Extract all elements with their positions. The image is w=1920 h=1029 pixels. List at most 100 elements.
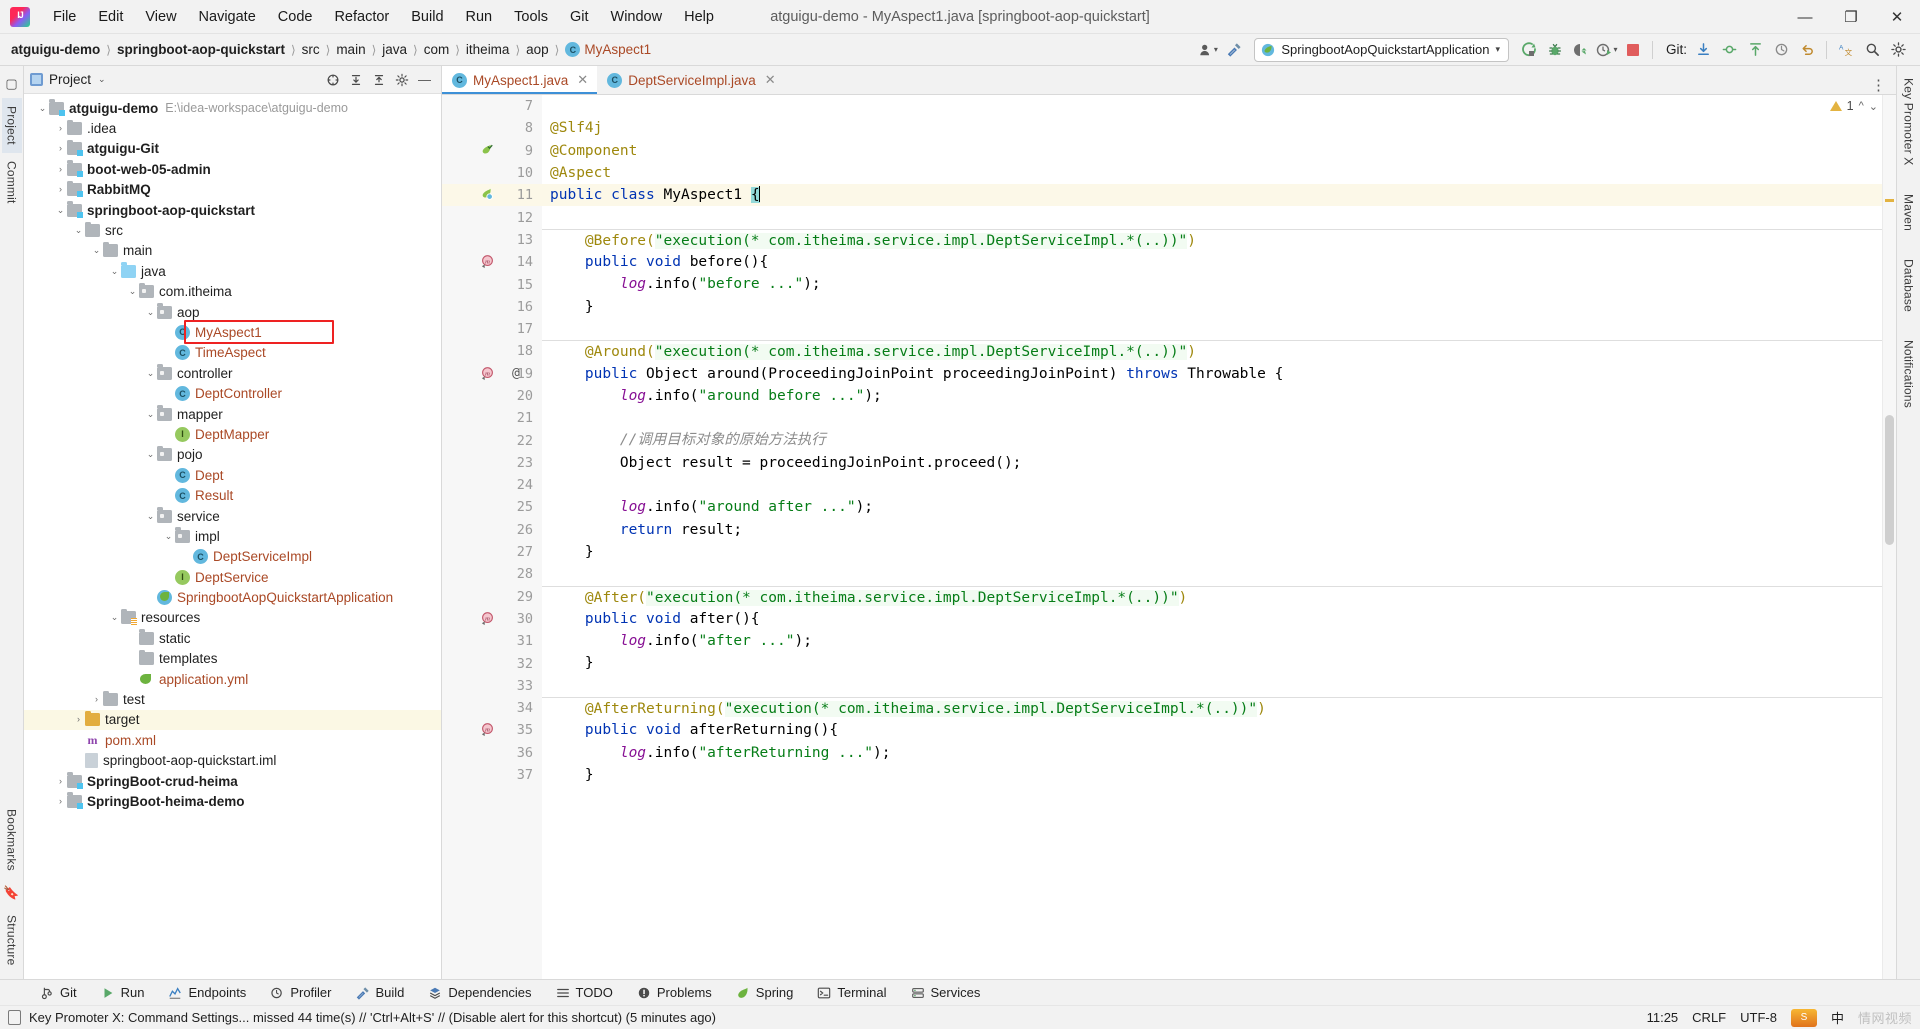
chevron-down-icon[interactable]: ⌄ — [54, 205, 67, 215]
gutter-line-23[interactable]: 23 — [442, 452, 542, 474]
gutter-line-27[interactable]: 27 — [442, 541, 542, 563]
stop-button[interactable] — [1621, 38, 1645, 62]
tree-node-springboot-aop-quickstart[interactable]: ⌄ springboot-aop-quickstart — [24, 200, 441, 220]
sogou-ime-icon[interactable]: S — [1790, 1008, 1817, 1027]
code-line-12[interactable] — [542, 206, 1882, 228]
gutter-line-12[interactable]: 12 — [442, 206, 542, 228]
menu-run[interactable]: Run — [455, 5, 504, 29]
code-line-7[interactable] — [542, 95, 1882, 117]
code-line-26[interactable]: return result; — [542, 519, 1882, 541]
code-line-9[interactable]: @Component — [542, 140, 1882, 162]
run-configuration-selector[interactable]: SpringbootAopQuickstartApplication ▾ — [1254, 37, 1509, 62]
gutter-line-26[interactable]: 26 — [442, 519, 542, 541]
tree-node-rabbitmq[interactable]: › RabbitMQ — [24, 180, 441, 200]
chevron-right-icon[interactable]: › — [54, 164, 67, 174]
method-advice-icon[interactable]: m — [480, 254, 495, 273]
tool-window-button-problems[interactable]: Problems — [625, 982, 724, 1003]
tree-node-static[interactable]: static — [24, 628, 441, 648]
tree-node-controller[interactable]: ⌄ controller — [24, 363, 441, 383]
line-separator-widget[interactable]: CRLF — [1692, 1010, 1726, 1025]
rail-tab-database[interactable]: Database — [1899, 251, 1919, 320]
menu-navigate[interactable]: Navigate — [188, 5, 267, 29]
tree-node-com-itheima[interactable]: ⌄ com.itheima — [24, 282, 441, 302]
tree-node-mapper[interactable]: ⌄ mapper — [24, 404, 441, 424]
code-line-20[interactable]: log.info("around before ..."); — [542, 385, 1882, 407]
tree-node-pom-xml[interactable]: m pom.xml — [24, 730, 441, 750]
tree-node-service[interactable]: ⌄ service — [24, 506, 441, 526]
rail-tab-bookmarks[interactable]: Bookmarks — [2, 801, 22, 879]
code-line-28[interactable] — [542, 563, 1882, 585]
git-history-icon[interactable] — [1769, 38, 1793, 62]
editor-viewport[interactable]: 1 ^ ⌄ 7 8 9 10 11 12 13 m 14 15 16 17 18 @ m 19 20 21 22 23… — [442, 95, 1896, 979]
tool-window-button-todo[interactable]: TODO — [544, 982, 625, 1003]
gutter-line-7[interactable]: 7 — [442, 95, 542, 117]
code-line-36[interactable]: log.info("afterReturning ..."); — [542, 742, 1882, 764]
code-line-35[interactable]: ▽ public void afterReturning(){ — [542, 719, 1882, 741]
code-line-31[interactable]: log.info("after ..."); — [542, 630, 1882, 652]
hide-panel-icon[interactable]: — — [414, 69, 435, 90]
tree-node-java[interactable]: ⌄ java — [24, 261, 441, 281]
gutter-line-35[interactable]: m 35 — [442, 719, 542, 741]
breadcrumb-item-com[interactable]: com — [419, 40, 455, 59]
chevron-right-icon[interactable]: › — [72, 715, 85, 724]
chevron-down-icon[interactable]: ⌄ — [72, 226, 85, 235]
rail-tab-notifications[interactable]: Notifications — [1899, 332, 1919, 416]
gutter-line-10[interactable]: 10 — [442, 162, 542, 184]
search-icon[interactable] — [1860, 38, 1884, 62]
rail-tab-project[interactable]: Project — [1, 98, 22, 153]
debug-bug-icon[interactable] — [1543, 38, 1567, 62]
gutter-line-25[interactable]: 25 — [442, 496, 542, 518]
tool-window-button-terminal[interactable]: Terminal — [805, 982, 898, 1003]
person-icon[interactable]: ▾ — [1196, 38, 1220, 62]
close-button[interactable]: ✕ — [1874, 0, 1920, 34]
editor-gutter[interactable]: 7 8 9 10 11 12 13 m 14 15 16 17 18 @ m 19 20 21 22 23 24 25 26… — [442, 95, 542, 979]
menu-file[interactable]: File — [42, 5, 87, 29]
gutter-line-17[interactable]: 17 — [442, 318, 542, 340]
tree-node-application-yml[interactable]: application.yml — [24, 669, 441, 689]
code-line-18[interactable]: @Around("execution(* com.itheima.service… — [542, 340, 1882, 362]
tool-window-button-profiler[interactable]: Profiler — [258, 982, 343, 1003]
tree-node-boot-web-05-admin[interactable]: › boot-web-05-admin — [24, 159, 441, 179]
rail-tab-maven[interactable]: Maven — [1899, 186, 1919, 239]
gutter-line-31[interactable]: 31 — [442, 630, 542, 652]
gutter-line-14[interactable]: m 14 — [442, 251, 542, 273]
code-line-24[interactable] — [542, 474, 1882, 496]
chevron-down-icon[interactable]: ⌄ — [126, 287, 139, 296]
breadcrumb-item-src[interactable]: src — [297, 40, 325, 59]
menu-edit[interactable]: Edit — [87, 5, 134, 29]
menu-help[interactable]: Help — [673, 5, 725, 29]
run-with-coverage-icon[interactable] — [1569, 38, 1593, 62]
tree-node-deptservice[interactable]: I DeptService — [24, 567, 441, 587]
code-line-30[interactable]: ▽ public void after(){ — [542, 608, 1882, 630]
code-line-11[interactable]: public class MyAspect1 { — [542, 184, 1882, 207]
tree-node-springbootaopquickstartapplication[interactable]: SpringbootAopQuickstartApplication — [24, 587, 441, 607]
gutter-line-18[interactable]: 18 — [442, 340, 542, 362]
gutter-line-15[interactable]: 15 — [442, 273, 542, 295]
ime-language-indicator[interactable]: 中 — [1831, 1008, 1844, 1027]
tree-node-springboot-heima-demo[interactable]: › SpringBoot-heima-demo — [24, 791, 441, 811]
chevron-down-icon[interactable]: ⌄ — [144, 511, 157, 521]
tree-node-impl[interactable]: ⌄ impl — [24, 526, 441, 546]
tree-node-aop[interactable]: ⌄ aop — [24, 302, 441, 322]
tool-window-button-git[interactable]: Git — [28, 982, 89, 1003]
menu-bar[interactable]: File Edit View Navigate Code Refactor Bu… — [42, 5, 725, 29]
chevron-right-icon[interactable]: › — [54, 796, 67, 806]
code-line-14[interactable]: ▽ public void before(){ — [542, 251, 1882, 273]
code-line-29[interactable]: @After("execution(* com.itheima.service.… — [542, 585, 1882, 608]
close-icon[interactable]: ✕ — [765, 72, 776, 88]
spring-aspect-icon[interactable] — [480, 187, 494, 205]
gear-icon[interactable] — [1886, 38, 1910, 62]
inspection-widget[interactable]: 1 ^ ⌄ — [1829, 99, 1878, 113]
tree-node-springboot-aop-quickstart-iml[interactable]: springboot-aop-quickstart.iml — [24, 751, 441, 771]
chevron-down-icon[interactable]: ⌄ — [98, 74, 106, 85]
chevron-down-icon[interactable]: ⌄ — [144, 368, 157, 378]
code-line-22[interactable]: //调用目标对象的原始方法执行 — [542, 429, 1882, 451]
tree-node-myaspect1[interactable]: C MyAspect1 — [24, 322, 441, 342]
tree-node-result[interactable]: C Result — [24, 485, 441, 505]
gutter-line-29[interactable]: 29 — [442, 586, 542, 608]
tree-node-springboot-crud-heima[interactable]: › SpringBoot-crud-heima — [24, 771, 441, 791]
gutter-line-11[interactable]: 11 — [442, 184, 542, 207]
tree-node-deptmapper[interactable]: I DeptMapper — [24, 424, 441, 444]
tree-node-atguigu-demo[interactable]: ⌄ atguigu-demo E:\idea-workspace\atguigu-d… — [24, 98, 441, 118]
gutter-line-9[interactable]: 9 — [442, 140, 542, 162]
